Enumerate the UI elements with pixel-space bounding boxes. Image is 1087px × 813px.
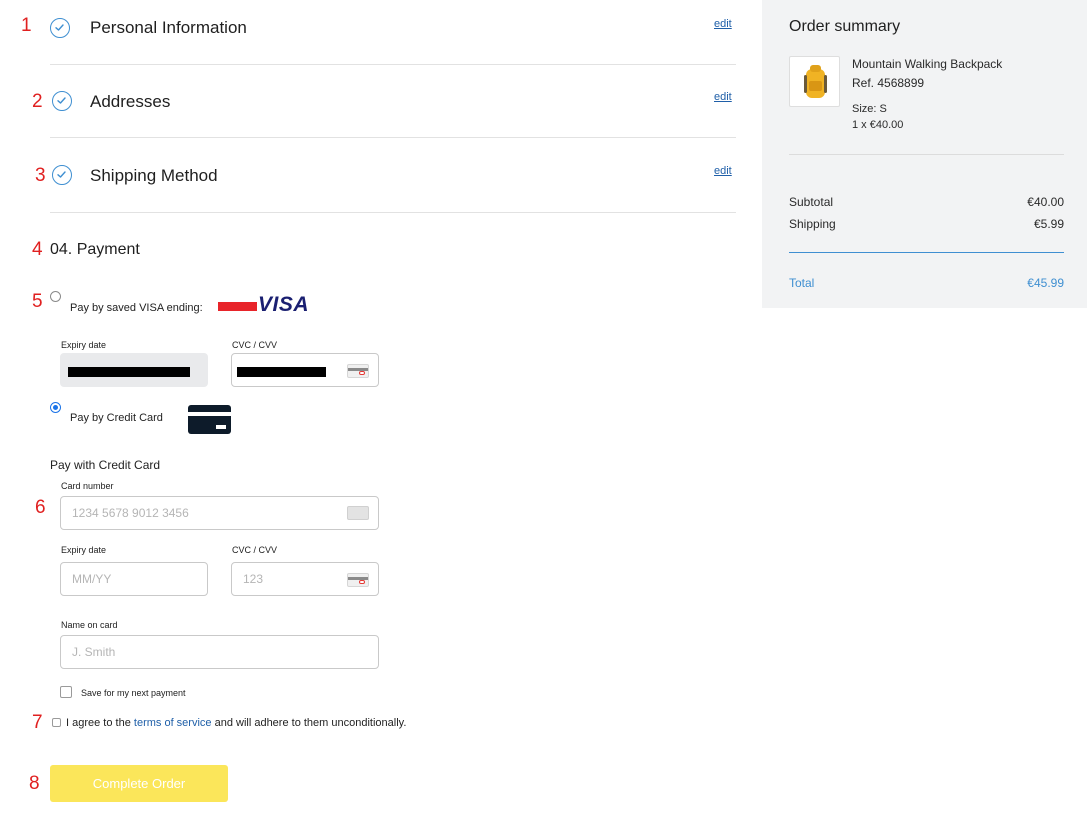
annotation-2: 2 — [32, 91, 43, 112]
name-on-card-input[interactable] — [61, 636, 378, 668]
credit-card-icon — [188, 405, 231, 434]
annotation-7: 7 — [32, 712, 43, 733]
annotation-5: 5 — [32, 291, 43, 312]
check-circle-icon — [52, 165, 72, 185]
total-value: €45.99 — [1027, 276, 1064, 290]
divider — [50, 64, 736, 65]
step-title-addresses: Addresses — [90, 92, 171, 111]
shipping-value: €5.99 — [1033, 217, 1064, 231]
save-card-label: Save for my next payment — [81, 688, 186, 698]
card-number-input[interactable] — [61, 497, 378, 529]
terms-checkbox[interactable] — [52, 718, 61, 727]
annotation-6: 6 — [35, 497, 46, 518]
cvc-label: CVC / CVV — [232, 545, 278, 555]
annotation-4: 4 — [32, 239, 43, 260]
card-cvc-icon — [347, 364, 369, 378]
saved-visa-radio[interactable] — [50, 291, 61, 302]
saved-expiry-label: Expiry date — [61, 340, 107, 350]
redacted-expiry — [68, 367, 190, 377]
annotation-8: 8 — [29, 773, 40, 794]
annotation-3: 3 — [35, 165, 46, 186]
product-name: Mountain Walking Backpack — [852, 57, 1003, 71]
redacted-card-digits — [218, 302, 257, 311]
terms-of-service-link[interactable]: terms of service — [134, 717, 212, 729]
edit-addresses-link[interactable]: edit — [714, 91, 732, 103]
total-divider — [789, 252, 1064, 253]
annotation-1: 1 — [21, 15, 32, 36]
check-circle-icon — [50, 18, 70, 38]
complete-order-button[interactable]: Complete Order — [50, 765, 228, 802]
card-form-title: Pay with Credit Card — [50, 458, 161, 472]
saved-visa-label: Pay by saved VISA ending: — [70, 302, 203, 314]
edit-personal-information-link[interactable]: edit — [714, 18, 732, 30]
summary-divider — [789, 154, 1064, 155]
expiry-field[interactable] — [60, 562, 208, 596]
order-summary-title: Order summary — [789, 18, 901, 35]
terms-prefix: I agree to the — [66, 717, 134, 729]
divider — [50, 212, 736, 213]
backpack-icon — [804, 65, 827, 98]
save-card-checkbox[interactable] — [60, 686, 72, 698]
expiry-label: Expiry date — [61, 545, 107, 555]
divider — [50, 137, 736, 138]
card-number-label: Card number — [61, 481, 114, 491]
subtotal-value: €40.00 — [1027, 195, 1064, 209]
product-size: Size: S — [852, 103, 887, 115]
card-number-field[interactable] — [60, 496, 379, 530]
terms-suffix: and will adhere to them unconditionally. — [211, 717, 407, 729]
total-label: Total — [789, 276, 815, 290]
terms-text: I agree to the terms of service and will… — [66, 717, 406, 729]
product-ref: Ref. 4568899 — [852, 76, 925, 90]
product-thumbnail — [789, 56, 840, 107]
payment-heading: 04. Payment — [50, 241, 140, 258]
card-icon — [347, 506, 369, 520]
redacted-cvc — [237, 367, 326, 377]
name-on-card-label: Name on card — [61, 620, 118, 630]
expiry-input[interactable] — [61, 563, 207, 595]
shipping-label: Shipping — [789, 217, 836, 231]
product-qty-price: 1 x €40.00 — [852, 119, 904, 131]
edit-shipping-method-link[interactable]: edit — [714, 165, 732, 177]
step-title-personal-information: Personal Information — [90, 18, 247, 37]
subtotal-label: Subtotal — [789, 195, 834, 209]
check-circle-icon — [52, 91, 72, 111]
card-cvc-icon — [347, 573, 369, 587]
step-title-shipping-method: Shipping Method — [90, 166, 218, 185]
credit-card-label: Pay by Credit Card — [70, 412, 163, 424]
name-on-card-field[interactable] — [60, 635, 379, 669]
credit-card-radio[interactable] — [50, 402, 61, 413]
visa-logo-icon: VISA — [258, 293, 310, 316]
saved-cvc-label: CVC / CVV — [232, 340, 278, 350]
